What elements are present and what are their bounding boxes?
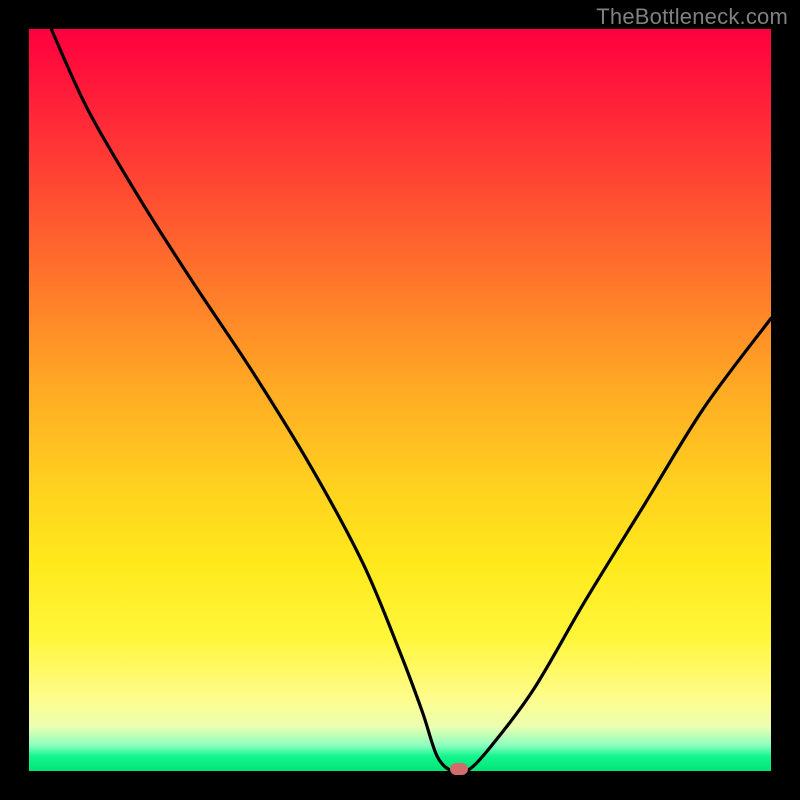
bottleneck-curve bbox=[29, 29, 771, 771]
plot-area bbox=[29, 29, 771, 771]
chart-frame: TheBottleneck.com bbox=[0, 0, 800, 800]
minimum-marker bbox=[450, 763, 468, 775]
watermark-text: TheBottleneck.com bbox=[596, 4, 788, 30]
